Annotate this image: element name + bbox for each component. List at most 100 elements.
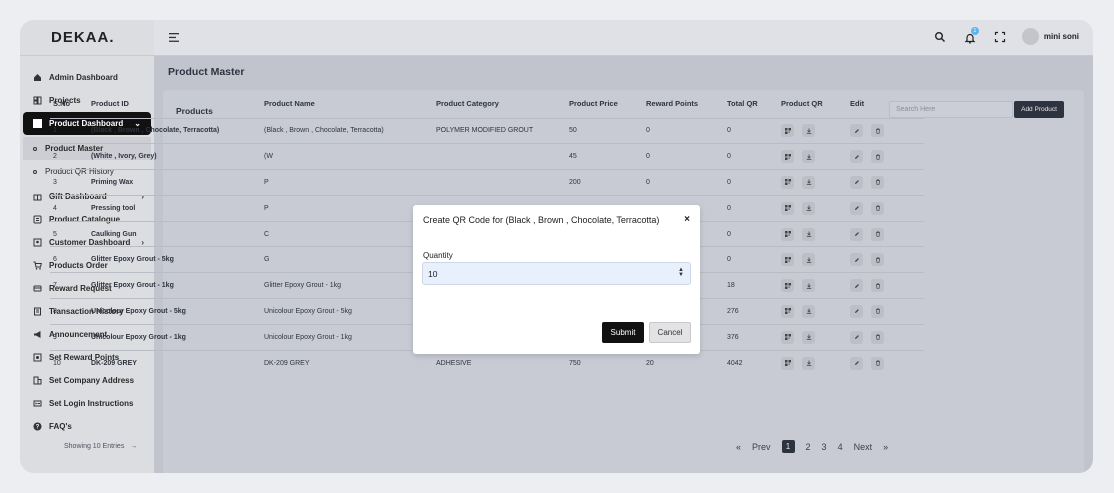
edit-icon[interactable]: [850, 330, 863, 344]
cell-edit: [847, 194, 924, 222]
entries-arrow-icon[interactable]: →: [130, 443, 137, 450]
sidebar-item-set-login-instructions[interactable]: Set Login Instructions: [20, 392, 154, 415]
cell-product-id: (White , Ivory, Grey): [88, 143, 261, 170]
qr-code-icon[interactable]: [781, 175, 794, 189]
edit-icon[interactable]: [850, 253, 863, 267]
prev-page-button[interactable]: Prev: [752, 442, 771, 452]
fullscreen-icon[interactable]: [994, 31, 1006, 43]
qr-code-icon[interactable]: [781, 304, 794, 318]
grid-icon: [33, 119, 42, 128]
cell-product-id: Glitter Epoxy Grout - 1kg: [88, 272, 261, 299]
close-icon[interactable]: ×: [684, 214, 690, 225]
column-header-product-id: Product ID: [91, 98, 129, 108]
page-button-3[interactable]: 3: [822, 442, 827, 452]
building-icon: [33, 376, 42, 385]
cell-product-id: Priming Wax: [88, 169, 261, 196]
download-icon[interactable]: [802, 253, 815, 267]
add-product-button[interactable]: Add Product: [1014, 101, 1064, 118]
delete-icon[interactable]: [871, 356, 884, 370]
edit-icon[interactable]: [850, 304, 863, 318]
download-icon[interactable]: [802, 150, 815, 164]
cell-product-category: [433, 143, 566, 170]
user-name[interactable]: mini soni: [1044, 32, 1079, 41]
cancel-button[interactable]: Cancel: [649, 322, 691, 343]
edit-icon[interactable]: [850, 175, 863, 189]
qr-code-icon[interactable]: [781, 124, 794, 138]
cell-sno: 1: [50, 117, 88, 144]
column-header-product-name: Product Name: [264, 98, 315, 108]
sidebar-item-label: Admin Dashboard: [49, 73, 118, 82]
edit-icon[interactable]: [850, 124, 863, 138]
cell-product-name: P: [261, 194, 433, 222]
cell-edit: [847, 169, 924, 196]
cell-sno: 6: [50, 246, 88, 273]
edit-icon[interactable]: [850, 227, 863, 241]
edit-icon[interactable]: [850, 201, 863, 215]
page-button-1[interactable]: 1: [781, 440, 795, 453]
cell-total-qr: 4042: [724, 349, 778, 376]
download-icon[interactable]: [802, 201, 815, 215]
delete-icon[interactable]: [871, 227, 884, 241]
avatar[interactable]: [1021, 28, 1039, 45]
delete-icon[interactable]: [871, 150, 884, 164]
first-page-button[interactable]: «: [736, 442, 741, 452]
table-row: 1 (Black , Brown , Chocolate, Terracotta)…: [50, 117, 924, 144]
quantity-stepper[interactable]: ▲ ▼: [678, 267, 684, 278]
cell-total-qr: 0: [724, 194, 778, 222]
qr-code-icon[interactable]: [781, 279, 794, 293]
page-button-4[interactable]: 4: [838, 442, 843, 452]
quantity-input[interactable]: 10 ▲ ▼: [422, 262, 691, 285]
entries-text: Showing 10 Entries: [64, 443, 125, 450]
app-logo[interactable]: DEKAA.: [51, 29, 115, 46]
edit-icon[interactable]: [850, 150, 863, 164]
cell-product-id: Unicolour Epoxy Grout - 1kg: [88, 323, 261, 351]
qr-code-icon[interactable]: [781, 201, 794, 215]
cell-product-id: (Black , Brown , Chocolate, Terracotta): [88, 117, 261, 144]
qr-code-icon[interactable]: [781, 253, 794, 267]
cell-product-qr: [778, 143, 847, 170]
cell-sno: 4: [50, 194, 88, 222]
next-page-button[interactable]: Next: [854, 442, 873, 452]
sidebar-item-label: Set Company Address: [49, 376, 135, 385]
sidebar-item-faq-s[interactable]: ? FAQ's: [20, 415, 154, 438]
delete-icon[interactable]: [871, 201, 884, 215]
cell-product-name: Unicolour Epoxy Grout - 1kg: [261, 323, 433, 351]
delete-icon[interactable]: [871, 330, 884, 344]
notification-button[interactable]: 1: [964, 26, 979, 44]
qr-code-icon[interactable]: [781, 227, 794, 241]
edit-icon[interactable]: [850, 279, 863, 293]
page-button-2[interactable]: 2: [806, 442, 811, 452]
search-icon[interactable]: [934, 31, 946, 43]
download-icon[interactable]: [802, 227, 815, 241]
projects-icon: [33, 96, 42, 105]
delete-icon[interactable]: [871, 304, 884, 318]
download-icon[interactable]: [802, 175, 815, 189]
download-icon[interactable]: [802, 330, 815, 344]
sidebar-item-admin-dashboard[interactable]: Admin Dashboard: [20, 66, 154, 89]
delete-icon[interactable]: [871, 253, 884, 267]
cell-product-name: (W: [261, 143, 433, 170]
cell-total-qr: 376: [724, 323, 778, 351]
edit-icon[interactable]: [850, 356, 863, 370]
download-icon[interactable]: [802, 304, 815, 318]
cell-product-qr: [778, 323, 847, 351]
download-icon[interactable]: [802, 356, 815, 370]
cell-product-id: Unicolour Epoxy Grout - 5kg: [88, 298, 261, 325]
cell-product-category: [433, 169, 566, 196]
menu-toggle-icon[interactable]: [169, 32, 180, 43]
cell-product-name: Unicolour Epoxy Grout - 5kg: [261, 298, 433, 325]
download-icon[interactable]: [802, 279, 815, 293]
cell-product-price: 45: [566, 143, 643, 170]
last-page-button[interactable]: »: [883, 442, 888, 452]
qr-code-icon[interactable]: [781, 356, 794, 370]
download-icon[interactable]: [802, 124, 815, 138]
qr-code-icon[interactable]: [781, 330, 794, 344]
column-header-sno: S.No: [53, 98, 71, 108]
delete-icon[interactable]: [871, 124, 884, 138]
cell-reward-points: 20: [643, 349, 724, 376]
delete-icon[interactable]: [871, 279, 884, 293]
qr-code-icon[interactable]: [781, 150, 794, 164]
home-icon: [33, 73, 42, 82]
delete-icon[interactable]: [871, 175, 884, 189]
submit-button[interactable]: Submit: [602, 322, 644, 343]
